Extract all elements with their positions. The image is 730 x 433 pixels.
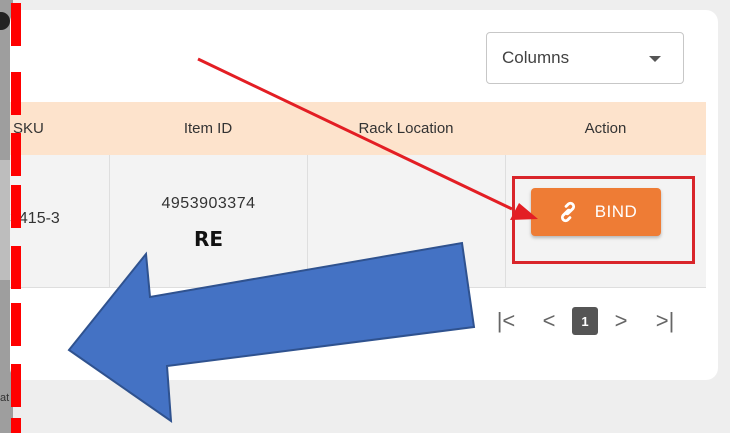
annotation-overlay [67, 57, 538, 424]
annotation-dashed-line-segment [11, 133, 21, 176]
annotation-dashed-line-segment [11, 418, 21, 433]
annotation-dashed-line-segment [11, 303, 21, 346]
annotation-dashed-line-segment [11, 246, 21, 289]
annotation-dashed-line-segment [11, 364, 21, 407]
annotation-red-arrow-head [510, 203, 538, 220]
annotation-dashed-line-segment [11, 185, 21, 228]
annotation-dashed-line-segment [11, 3, 21, 46]
annotation-blue-arrow [67, 241, 476, 424]
annotation-dashed-line-segment [11, 72, 21, 115]
annotation-red-arrow-shaft [197, 57, 513, 211]
